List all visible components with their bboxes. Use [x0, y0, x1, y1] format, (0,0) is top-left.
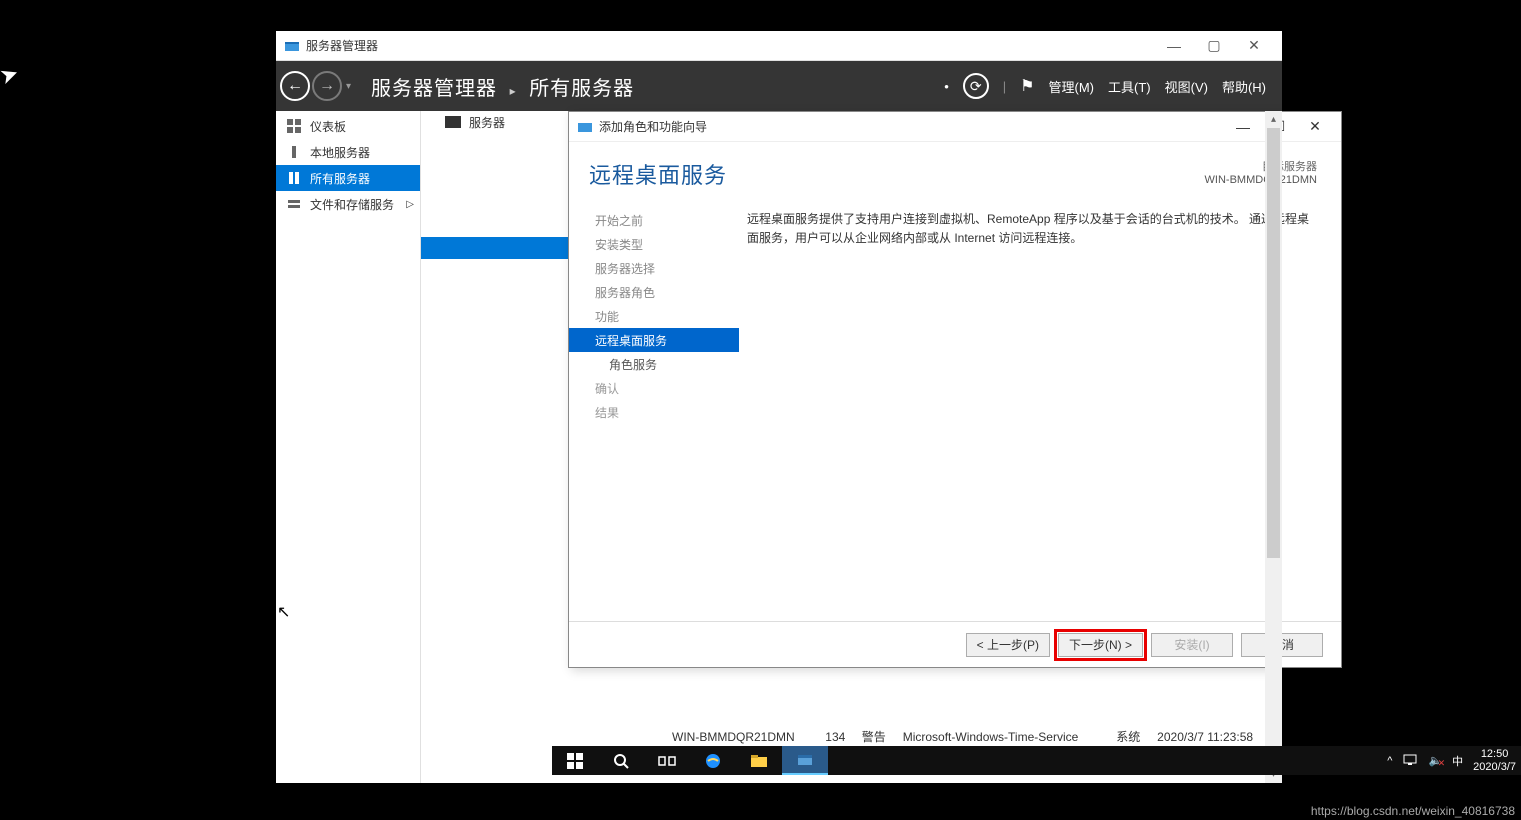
- sidebar-label: 本地服务器: [310, 144, 370, 161]
- prev-button[interactable]: < 上一步(P): [966, 633, 1050, 657]
- menu-help[interactable]: 帮助(H): [1222, 77, 1266, 96]
- step-server-select[interactable]: 服务器选择: [569, 256, 739, 280]
- refresh-dot-icon: •: [944, 79, 949, 94]
- taskbar-server-manager[interactable]: [782, 746, 828, 775]
- breadcrumb-current[interactable]: 所有服务器: [529, 78, 634, 100]
- nav-history-dropdown[interactable]: ▾: [346, 81, 351, 92]
- taskview-button[interactable]: [644, 746, 690, 775]
- taskbar-ie[interactable]: [690, 746, 736, 775]
- wizard-minimize-button[interactable]: —: [1225, 113, 1261, 141]
- taskbar-explorer[interactable]: [736, 746, 782, 775]
- wizard-header: 远程桌面服务 目标服务器 WIN-BMMDQR21DMN: [569, 142, 1341, 196]
- cursor-icon: ➤: [0, 60, 22, 91]
- titlebar[interactable]: 服务器管理器 — ▢ ✕: [276, 31, 1282, 61]
- step-rds[interactable]: 远程桌面服务: [569, 328, 739, 352]
- app-icon: [284, 38, 300, 54]
- notifications-flag-icon[interactable]: ⚑: [1020, 76, 1034, 96]
- wizard-body: 开始之前 安装类型 服务器选择 服务器角色 功能 远程桌面服务 角色服务 确认 …: [569, 196, 1341, 626]
- main-body: 仪表板 本地服务器 所有服务器 文件和存储服务 ▷ 服务器: [276, 111, 1282, 783]
- step-server-roles[interactable]: 服务器角色: [569, 280, 739, 304]
- dashboard-icon: [286, 118, 302, 134]
- step-role-services[interactable]: 角色服务: [569, 352, 739, 376]
- storage-icon: [286, 196, 302, 212]
- clock-date: 2020/3/7: [1473, 761, 1516, 773]
- target-server: WIN-BMMDQR21DMN: [1205, 174, 1317, 186]
- wizard-content-text: 远程桌面服务提供了支持用户连接到虚拟机、RemoteApp 程序以及基于会话的台…: [739, 196, 1341, 626]
- content-header-label: 服务器: [469, 114, 505, 131]
- tray-volume-icon[interactable]: 🔈✕: [1428, 754, 1442, 767]
- titlebar-caption: 服务器管理器: [306, 37, 1154, 54]
- step-results: 结果: [569, 400, 739, 424]
- close-button[interactable]: ✕: [1234, 32, 1274, 60]
- breadcrumb: 服务器管理器 ▸ 所有服务器: [371, 72, 634, 101]
- minimize-button[interactable]: —: [1154, 32, 1194, 60]
- wizard-close-button[interactable]: ✕: [1297, 113, 1333, 141]
- cancel-button[interactable]: 取消: [1241, 633, 1323, 657]
- cursor-icon: ↖: [277, 602, 290, 622]
- tray-clock[interactable]: 12:50 2020/3/7: [1473, 748, 1520, 772]
- step-before-begin[interactable]: 开始之前: [569, 208, 739, 232]
- separator: |: [1003, 79, 1006, 94]
- scroll-up-icon[interactable]: ▴: [1265, 111, 1282, 128]
- step-install-type[interactable]: 安装类型: [569, 232, 739, 256]
- menu-view[interactable]: 视图(V): [1165, 77, 1208, 96]
- servers-icon: [286, 170, 302, 186]
- menu-tools[interactable]: 工具(T): [1108, 77, 1151, 96]
- menu-manage[interactable]: 管理(M): [1049, 77, 1095, 96]
- install-button: 安装(I): [1151, 633, 1233, 657]
- system-tray: ^ 🔈✕ 中 12:50 2020/3/7 💬: [1387, 748, 1521, 772]
- search-button[interactable]: [598, 746, 644, 775]
- desktop-region: 服务器管理器 — ▢ ✕ ← → ▾ 服务器管理器 ▸ 所有服务器 • ⟳ | …: [276, 31, 1282, 783]
- sidebar-item-all-servers[interactable]: 所有服务器: [276, 165, 420, 191]
- nav-forward-button[interactable]: →: [312, 71, 342, 101]
- sidebar-item-dashboard[interactable]: 仪表板: [276, 113, 420, 139]
- sidebar-item-storage[interactable]: 文件和存储服务 ▷: [276, 191, 420, 217]
- scroll-thumb[interactable]: [1267, 128, 1280, 558]
- sidebar-label: 所有服务器: [310, 170, 370, 187]
- server-icon: [286, 144, 302, 160]
- sidebar: 仪表板 本地服务器 所有服务器 文件和存储服务 ▷: [276, 111, 421, 783]
- breadcrumb-sep-icon: ▸: [510, 84, 517, 98]
- maximize-button[interactable]: ▢: [1194, 32, 1234, 60]
- taskbar: ^ 🔈✕ 中 12:50 2020/3/7 💬: [552, 746, 1521, 775]
- breadcrumb-root[interactable]: 服务器管理器: [371, 78, 497, 100]
- server-group-icon: [445, 116, 461, 128]
- wizard-buttons: < 上一步(P) 下一步(N) > 安装(I) 取消: [569, 621, 1341, 667]
- refresh-button[interactable]: ⟳: [963, 73, 989, 99]
- sidebar-label: 文件和存储服务: [310, 196, 394, 213]
- wizard-icon: [577, 119, 593, 135]
- step-features[interactable]: 功能: [569, 304, 739, 328]
- step-confirm: 确认: [569, 376, 739, 400]
- watermark: https://blog.csdn.net/weixin_40816738: [1311, 804, 1515, 818]
- wizard-title: 添加角色和功能向导: [599, 118, 1225, 135]
- nav-back-button[interactable]: ←: [280, 71, 310, 101]
- start-button[interactable]: [552, 746, 598, 775]
- clock-time: 12:50: [1473, 748, 1516, 760]
- tray-network-icon[interactable]: [1402, 752, 1418, 769]
- tray-ime[interactable]: 中: [1452, 753, 1463, 769]
- scrollbar-vertical[interactable]: ▴ ▾: [1265, 111, 1282, 783]
- sidebar-label: 仪表板: [310, 118, 346, 135]
- next-button[interactable]: 下一步(N) >: [1058, 633, 1143, 657]
- content-area: 服务器 务▾ ⌄ 务▾ ⌄ WIN-BMMDQR21DMN 13: [421, 111, 1282, 783]
- table-row[interactable]: WIN-BMMDQR21DMN 134 警告 Microsoft-Windows…: [666, 725, 1274, 749]
- header-bar: ← → ▾ 服务器管理器 ▸ 所有服务器 • ⟳ | ⚑ 管理(M) 工具(T)…: [276, 61, 1282, 111]
- expand-icon: ▷: [406, 199, 414, 210]
- tray-overflow-icon[interactable]: ^: [1387, 755, 1392, 767]
- sidebar-item-local-server[interactable]: 本地服务器: [276, 139, 420, 165]
- target-label: 目标服务器: [1205, 158, 1317, 174]
- wizard-titlebar[interactable]: 添加角色和功能向导 — ☐ ✕: [569, 112, 1341, 142]
- wizard-steps: 开始之前 安装类型 服务器选择 服务器角色 功能 远程桌面服务 角色服务 确认 …: [569, 196, 739, 626]
- wizard-dialog: 添加角色和功能向导 — ☐ ✕ 远程桌面服务 目标服务器 WIN-BMMDQR2…: [568, 111, 1342, 668]
- wizard-heading: 远程桌面服务: [589, 158, 727, 190]
- wizard-target: 目标服务器 WIN-BMMDQR21DMN: [1205, 158, 1317, 186]
